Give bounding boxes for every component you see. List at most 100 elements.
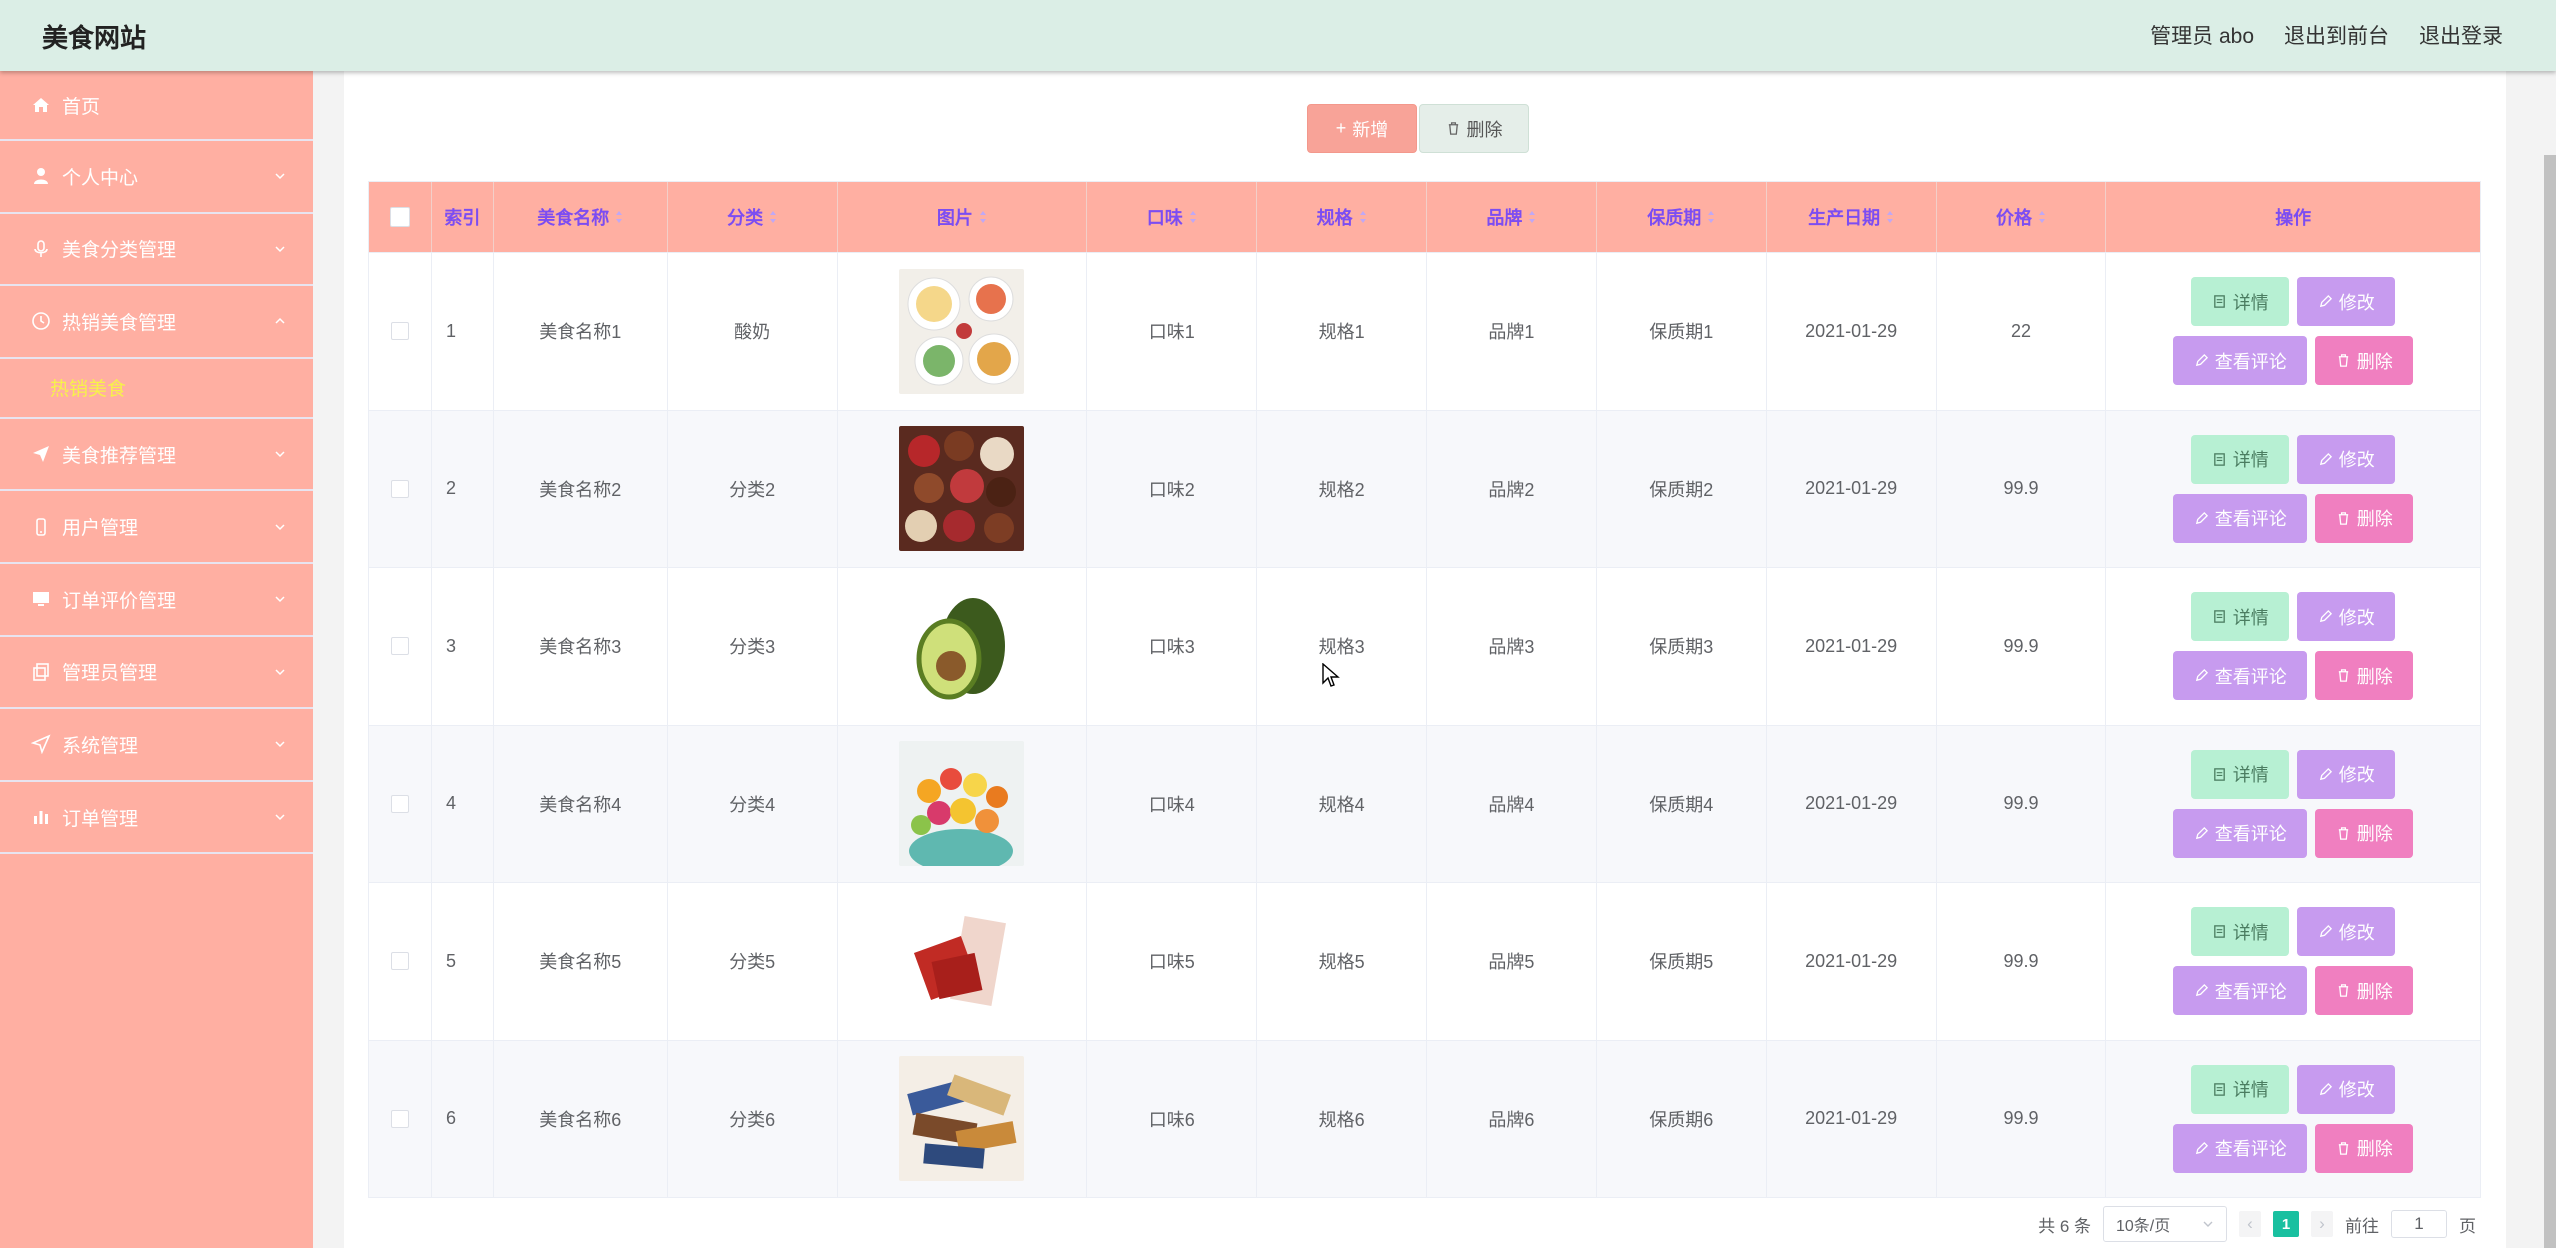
sidebar-item-orders[interactable]: 订单管理 <box>0 782 313 855</box>
sidebar-item-home[interactable]: 首页 <box>0 71 313 141</box>
delete-button[interactable]: 删除 <box>2315 493 2414 543</box>
logout-link[interactable]: 退出登录 <box>2419 20 2503 50</box>
delete-button[interactable]: 删除 <box>2315 651 2414 701</box>
cell-price: 99.9 <box>1937 1040 2107 1197</box>
edit-button[interactable]: 修改 <box>2297 907 2396 957</box>
add-button[interactable]: + 新增 <box>1307 104 1417 153</box>
column-header-image[interactable]: 图片 <box>838 182 1088 252</box>
plus-icon: + <box>1335 118 1347 138</box>
column-header-production-date[interactable]: 生产日期 <box>1767 182 1937 252</box>
detail-button[interactable]: 详情 <box>2191 592 2290 642</box>
sidebar-subitem-hot-food[interactable]: 热销美食 <box>0 359 313 419</box>
goto-page-input[interactable]: 1 <box>2391 1210 2447 1238</box>
delete-button[interactable]: 删除 <box>2315 336 2414 386</box>
sort-icon[interactable] <box>2038 210 2046 224</box>
sort-icon[interactable] <box>979 210 987 224</box>
delete-button[interactable]: 删除 <box>2315 808 2414 858</box>
cell-image <box>838 1040 1088 1197</box>
sidebar-item-users[interactable]: 用户管理 <box>0 491 313 564</box>
view-reviews-button[interactable]: 查看评论 <box>2173 1123 2308 1173</box>
cell-image <box>838 883 1088 1040</box>
row-checkbox[interactable] <box>390 952 409 971</box>
chevron-down-icon <box>275 814 285 821</box>
edit-button[interactable]: 修改 <box>2297 592 2396 642</box>
current-page-button[interactable]: 1 <box>2273 1211 2299 1237</box>
row-checkbox[interactable] <box>390 1109 409 1128</box>
detail-button[interactable]: 详情 <box>2191 749 2290 799</box>
prev-page-button[interactable]: ‹ <box>2239 1211 2261 1237</box>
scrollbar[interactable] <box>2544 155 2556 1248</box>
sort-icon[interactable] <box>615 210 623 224</box>
edit-icon <box>2319 1082 2332 1095</box>
view-reviews-button[interactable]: 查看评论 <box>2173 808 2308 858</box>
sidebar-item-profile[interactable]: 个人中心 <box>0 141 313 214</box>
cell-actions: 详情 修改 查看评论 删除 <box>2106 883 2480 1040</box>
sort-icon[interactable] <box>1359 210 1367 224</box>
sidebar-item-label: 用户管理 <box>62 518 139 540</box>
page-size-value: 10条/页 <box>2116 1218 2171 1235</box>
sort-icon[interactable] <box>1707 210 1715 224</box>
table-row: 4 美食名称4 分类4 口味4 规格4 品牌4 保质期4 2021-01-29 99.9 详情 … <box>369 724 2480 882</box>
table-body: 1 美食名称1 酸奶 口味1 规格1 品牌1 保质期1 2021-01-29 22 详情 修改 … <box>369 252 2480 1197</box>
exit-to-front-link[interactable]: 退出到前台 <box>2284 20 2389 50</box>
batch-delete-button[interactable]: 删除 <box>1419 104 1529 153</box>
view-reviews-button[interactable]: 查看评论 <box>2173 966 2308 1016</box>
column-header-category[interactable]: 分类 <box>668 182 838 252</box>
delete-button[interactable]: 删除 <box>2315 1123 2414 1173</box>
row-checkbox[interactable] <box>390 637 409 656</box>
sidebar-item-food-category[interactable]: 美食分类管理 <box>0 214 313 287</box>
sidebar-item-recommend[interactable]: 美食推荐管理 <box>0 419 313 492</box>
edit-icon <box>2195 826 2208 839</box>
column-header-name[interactable]: 美食名称 <box>494 182 668 252</box>
edit-button[interactable]: 修改 <box>2297 277 2396 327</box>
cell-food-name: 美食名称3 <box>494 568 668 725</box>
column-header-spec[interactable]: 规格 <box>1257 182 1427 252</box>
next-page-button[interactable]: › <box>2311 1211 2333 1237</box>
detail-button[interactable]: 详情 <box>2191 277 2290 327</box>
sidebar-item-order-reviews[interactable]: 订单评价管理 <box>0 564 313 637</box>
row-checkbox[interactable] <box>390 479 409 498</box>
view-reviews-button[interactable]: 查看评论 <box>2173 651 2308 701</box>
detail-button[interactable]: 详情 <box>2191 434 2290 484</box>
sort-icon[interactable] <box>769 210 777 224</box>
sidebar-item-admins[interactable]: 管理员管理 <box>0 637 313 710</box>
table-toolbar: + 新增 删除 <box>1307 104 1529 153</box>
chevron-down-icon <box>2203 1221 2213 1227</box>
column-header-brand[interactable]: 品牌 <box>1427 182 1597 252</box>
sort-icon[interactable] <box>1528 210 1536 224</box>
edit-icon <box>2319 767 2332 780</box>
column-header-index: 索引 <box>432 182 494 252</box>
cell-price: 99.9 <box>1937 410 2107 567</box>
column-header-flavor[interactable]: 口味 <box>1087 182 1258 252</box>
select-all-checkbox[interactable] <box>389 207 410 227</box>
edit-button[interactable]: 修改 <box>2297 749 2396 799</box>
cell-food-name: 美食名称2 <box>494 410 668 567</box>
chevron-down-icon <box>275 524 285 530</box>
row-checkbox[interactable] <box>390 322 409 341</box>
row-select-cell <box>369 725 432 882</box>
cell-category: 分类4 <box>668 725 838 882</box>
column-header-shelf-life[interactable]: 保质期 <box>1597 182 1767 252</box>
sidebar-item-hot-food[interactable]: 热销美食管理 <box>0 286 313 359</box>
page-size-select[interactable]: 10条/页 <box>2103 1206 2227 1242</box>
sidebar-item-system[interactable]: 系统管理 <box>0 709 313 782</box>
edit-icon <box>2319 452 2332 465</box>
sort-icon[interactable] <box>1886 210 1894 224</box>
sidebar-item-label: 订单管理 <box>62 808 139 830</box>
detail-button[interactable]: 详情 <box>2191 907 2290 957</box>
view-reviews-button[interactable]: 查看评论 <box>2173 336 2308 386</box>
chevron-down-icon <box>275 741 285 748</box>
edit-button[interactable]: 修改 <box>2297 1064 2396 1114</box>
edit-button[interactable]: 修改 <box>2297 434 2396 484</box>
cell-category: 酸奶 <box>668 253 838 410</box>
row-checkbox[interactable] <box>390 794 409 813</box>
table-row: 2 美食名称2 分类2 口味2 规格2 品牌2 保质期2 2021-01-29 99.9 详情 … <box>369 409 2480 567</box>
admin-user-label[interactable]: 管理员 abo <box>2150 20 2254 50</box>
delete-button[interactable]: 删除 <box>2315 966 2414 1016</box>
view-reviews-button[interactable]: 查看评论 <box>2173 493 2308 543</box>
site-title: 美食网站 <box>42 23 147 53</box>
table-row: 1 美食名称1 酸奶 口味1 规格1 品牌1 保质期1 2021-01-29 22 详情 修改 … <box>369 252 2480 410</box>
detail-button[interactable]: 详情 <box>2191 1064 2290 1114</box>
sort-icon[interactable] <box>1189 210 1197 224</box>
column-header-price[interactable]: 价格 <box>1937 182 2107 252</box>
